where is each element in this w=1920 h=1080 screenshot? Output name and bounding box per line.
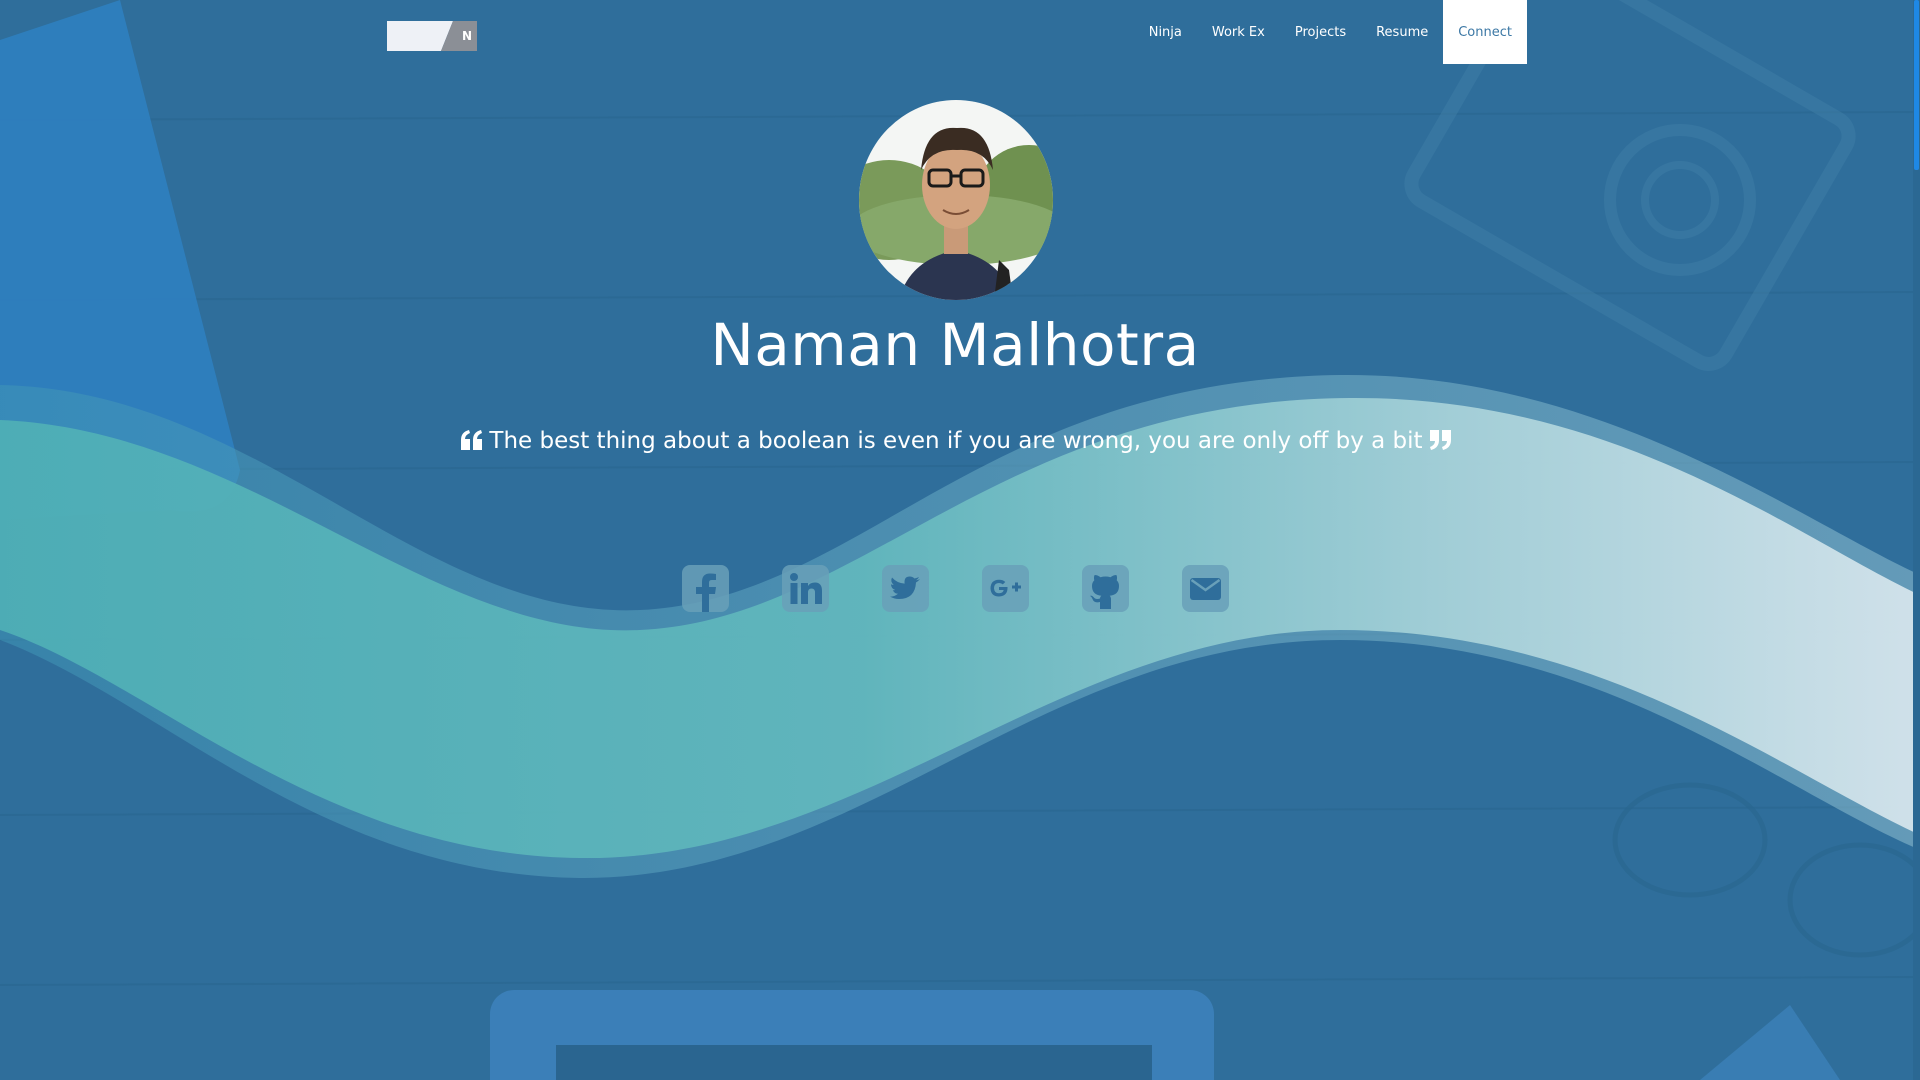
linkedin-link[interactable] [782,565,829,612]
nav-item-resume[interactable]: Resume [1361,0,1443,64]
facebook-icon [696,573,716,612]
avatar-photo [859,100,1053,300]
quote-open-icon [461,426,483,460]
profile-name: Naman Malhotra [710,311,1200,379]
logo-letter: N [461,29,472,43]
nav-item-label: Connect [1458,24,1512,40]
github-link[interactable] [1082,565,1129,612]
portfolio-page: N Ninja Work Ex Projects Resume Connect [0,0,1920,1080]
scrollbar-thumb[interactable] [1914,0,1919,170]
facebook-link[interactable] [682,565,729,612]
nav-item-label: Ninja [1148,24,1182,40]
profile-avatar [859,100,1053,300]
profile-quote: The best thing about a boolean is even i… [0,424,1912,460]
nav-item-connect[interactable]: Connect [1443,0,1527,64]
quote-text: The best thing about a boolean is even i… [489,428,1423,454]
social-links [682,565,1229,612]
main-nav: Ninja Work Ex Projects Resume Connect [1134,0,1527,64]
quote-close-icon [1429,426,1451,460]
twitter-icon [890,576,920,599]
envelope-icon [1190,578,1221,600]
nav-item-ninja[interactable]: Ninja [1134,0,1197,64]
nav-item-work-ex[interactable]: Work Ex [1197,0,1280,64]
site-logo[interactable]: N [387,21,477,51]
linkedin-icon [790,573,822,604]
github-icon [1090,575,1119,609]
nav-item-label: Resume [1376,24,1429,40]
nav-item-projects[interactable]: Projects [1280,0,1361,64]
google-plus-link[interactable] [982,565,1029,612]
nav-item-label: Work Ex [1211,24,1265,40]
email-link[interactable] [1182,565,1229,612]
page-scrollbar[interactable] [1913,0,1920,1080]
google-plus-icon [990,579,1021,597]
nav-item-label: Projects [1294,24,1347,40]
twitter-link[interactable] [882,565,929,612]
